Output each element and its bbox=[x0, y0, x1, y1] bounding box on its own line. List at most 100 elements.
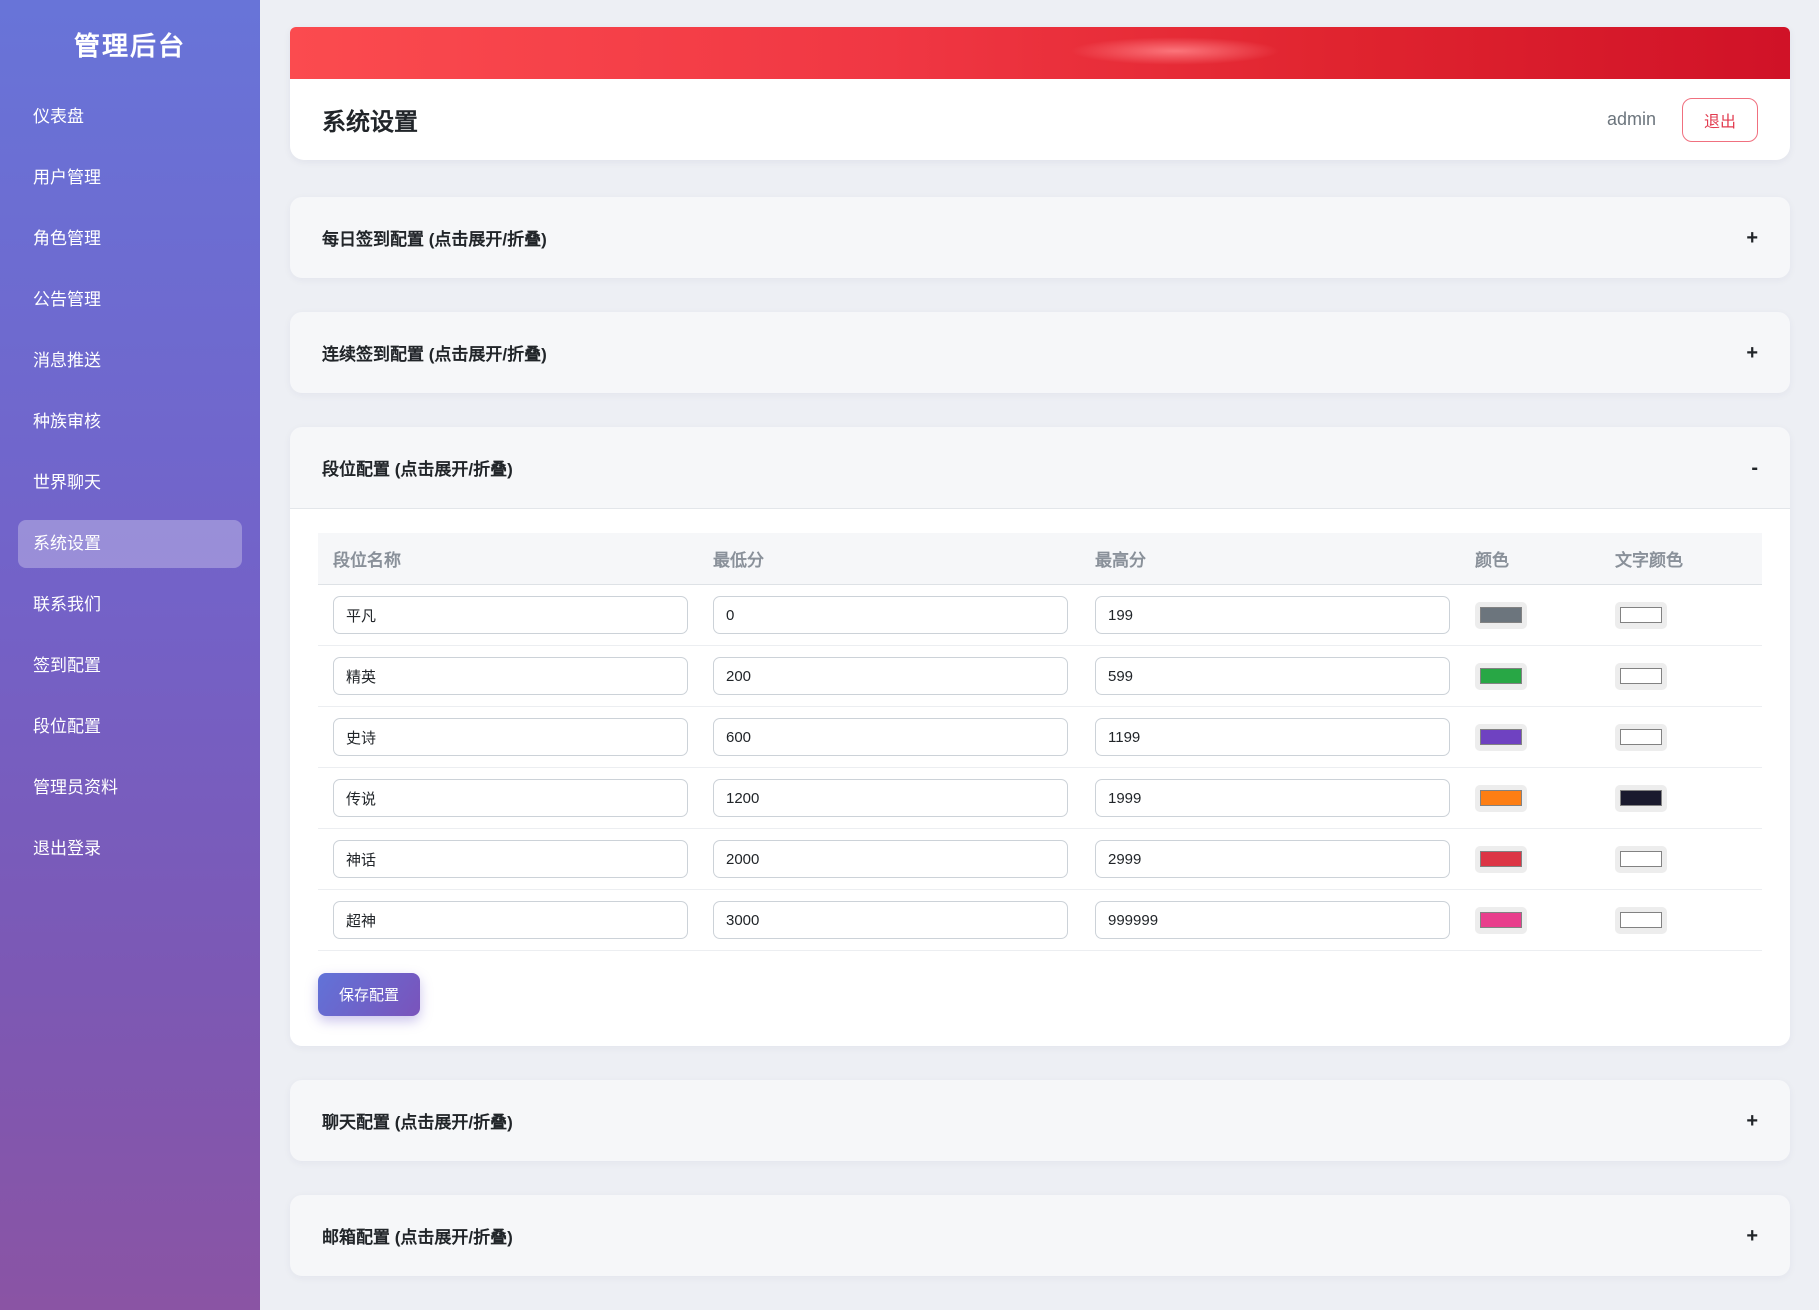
sidebar: 管理后台 仪表盘 用户管理 角色管理 公告管理 消息推送 种族审核 世界聊天 系… bbox=[0, 0, 260, 1310]
rank-config-body: 段位名称 最低分 最高分 颜色 文字颜色 平凡 0 199 精英 200 599… bbox=[290, 508, 1790, 1046]
col-header-rank-name: 段位名称 bbox=[333, 551, 401, 570]
max-score-input[interactable] bbox=[1095, 901, 1450, 939]
rank-name-input[interactable] bbox=[333, 657, 688, 695]
max-score-input[interactable] bbox=[1095, 657, 1450, 695]
plus-icon[interactable]: + bbox=[1746, 1226, 1758, 1246]
color-swatch bbox=[1480, 668, 1522, 684]
page-header: 系统设置 admin 退出 bbox=[290, 79, 1790, 160]
admin-page: 管理后台 仪表盘 用户管理 角色管理 公告管理 消息推送 种族审核 世界聊天 系… bbox=[0, 0, 1819, 1310]
minus-icon[interactable]: - bbox=[1751, 458, 1758, 478]
sidebar-item-roles[interactable]: 角色管理 bbox=[18, 215, 242, 263]
rank-name-input[interactable] bbox=[333, 901, 688, 939]
announcement-banner bbox=[290, 27, 1790, 79]
color-swatch bbox=[1480, 851, 1522, 867]
table-row bbox=[318, 768, 1762, 829]
text-color-swatch bbox=[1620, 912, 1662, 928]
section-streak-signin-header[interactable]: 连续签到配置 (点击展开/折叠) + bbox=[290, 312, 1790, 393]
max-score-input[interactable] bbox=[1095, 779, 1450, 817]
text-color-picker[interactable] bbox=[1615, 601, 1667, 629]
save-config-button[interactable]: 保存配置 bbox=[318, 973, 421, 1016]
rank-name-input[interactable] bbox=[333, 840, 688, 878]
text-color-swatch bbox=[1620, 729, 1662, 745]
header-card: 系统设置 admin 退出 bbox=[290, 27, 1790, 160]
sidebar-item-push-messages[interactable]: 消息推送 bbox=[18, 337, 242, 385]
main-content: 系统设置 admin 退出 每日签到配置 (点击展开/折叠) + 连续签到配置 … bbox=[260, 0, 1819, 1310]
header-user-area: admin 退出 bbox=[1606, 97, 1758, 142]
plus-icon[interactable]: + bbox=[1746, 228, 1758, 248]
section-title: 邮箱配置 (点击展开/折叠) bbox=[322, 1228, 513, 1247]
sidebar-item-world-chat[interactable]: 世界聊天 bbox=[18, 459, 242, 507]
text-color-picker[interactable] bbox=[1615, 784, 1667, 812]
section-chat-config-header[interactable]: 聊天配置 (点击展开/折叠) + bbox=[290, 1080, 1790, 1161]
rank-name-input[interactable] bbox=[333, 596, 688, 634]
sidebar-item-logout[interactable]: 退出登录 bbox=[18, 825, 242, 873]
color-swatch bbox=[1480, 729, 1522, 745]
text-color-picker[interactable] bbox=[1615, 662, 1667, 690]
logout-button[interactable]: 退出 bbox=[1681, 97, 1758, 142]
section-streak-signin: 连续签到配置 (点击展开/折叠) + bbox=[290, 312, 1790, 393]
section-chat-config: 聊天配置 (点击展开/折叠) + bbox=[290, 1080, 1790, 1161]
rank-name-input[interactable] bbox=[333, 718, 688, 756]
plus-icon[interactable]: + bbox=[1746, 343, 1758, 363]
min-score-input[interactable] bbox=[713, 596, 1068, 634]
app-title: 管理后台 bbox=[73, 31, 186, 61]
col-header-min-score: 最低分 bbox=[713, 551, 764, 570]
max-score-input[interactable] bbox=[1095, 718, 1450, 756]
banner-redacted-text bbox=[1070, 37, 1280, 65]
col-header-color: 颜色 bbox=[1475, 551, 1509, 570]
min-score-input[interactable] bbox=[713, 657, 1068, 695]
rank-name-input[interactable] bbox=[333, 779, 688, 817]
sidebar-item-system-settings[interactable]: 系统设置 bbox=[18, 520, 242, 568]
sidebar-item-rank-config[interactable]: 段位配置 bbox=[18, 703, 242, 751]
min-score-input[interactable] bbox=[713, 779, 1068, 817]
color-picker[interactable] bbox=[1475, 601, 1527, 629]
text-color-picker[interactable] bbox=[1615, 906, 1667, 934]
sidebar-item-admin-profile[interactable]: 管理员资料 bbox=[18, 764, 242, 812]
text-color-swatch bbox=[1620, 790, 1662, 806]
username-label: admin bbox=[1606, 109, 1656, 129]
table-row bbox=[318, 829, 1762, 890]
table-row bbox=[318, 707, 1762, 768]
max-score-input[interactable] bbox=[1095, 596, 1450, 634]
plus-icon[interactable]: + bbox=[1746, 1111, 1758, 1131]
section-title: 连续签到配置 (点击展开/折叠) bbox=[322, 345, 547, 364]
sidebar-menu: 仪表盘 用户管理 角色管理 公告管理 消息推送 种族审核 世界聊天 系统设置 联… bbox=[0, 93, 260, 873]
color-swatch bbox=[1480, 790, 1522, 806]
text-color-picker[interactable] bbox=[1615, 723, 1667, 751]
sidebar-item-contact-us[interactable]: 联系我们 bbox=[18, 581, 242, 629]
section-rank-config: 段位配置 (点击展开/折叠) - 段位名称 最低分 最高分 颜色 文字颜色 平凡… bbox=[290, 427, 1790, 1046]
max-score-input[interactable] bbox=[1095, 840, 1450, 878]
section-rank-config-header[interactable]: 段位配置 (点击展开/折叠) - bbox=[290, 427, 1790, 508]
color-picker[interactable] bbox=[1475, 784, 1527, 812]
col-header-max-score: 最高分 bbox=[1095, 551, 1146, 570]
color-picker[interactable] bbox=[1475, 906, 1527, 934]
section-email-config-header[interactable]: 邮箱配置 (点击展开/折叠) + bbox=[290, 1195, 1790, 1276]
min-score-input[interactable] bbox=[713, 840, 1068, 878]
color-swatch bbox=[1480, 912, 1522, 928]
min-score-input[interactable] bbox=[713, 718, 1068, 756]
section-title: 段位配置 (点击展开/折叠) bbox=[322, 460, 513, 479]
text-color-swatch bbox=[1620, 607, 1662, 623]
text-color-swatch bbox=[1620, 851, 1662, 867]
color-swatch bbox=[1480, 607, 1522, 623]
min-score-input[interactable] bbox=[713, 901, 1068, 939]
table-row bbox=[318, 890, 1762, 951]
section-title: 每日签到配置 (点击展开/折叠) bbox=[322, 230, 547, 249]
table-row bbox=[318, 585, 1762, 646]
sidebar-item-signin-config[interactable]: 签到配置 bbox=[18, 642, 242, 690]
color-picker[interactable] bbox=[1475, 723, 1527, 751]
section-daily-signin-header[interactable]: 每日签到配置 (点击展开/折叠) + bbox=[290, 197, 1790, 278]
sidebar-item-announcements[interactable]: 公告管理 bbox=[18, 276, 242, 324]
sidebar-item-dashboard[interactable]: 仪表盘 bbox=[18, 93, 242, 141]
section-title: 聊天配置 (点击展开/折叠) bbox=[322, 1113, 513, 1132]
section-email-config: 邮箱配置 (点击展开/折叠) + bbox=[290, 1195, 1790, 1276]
sidebar-item-users[interactable]: 用户管理 bbox=[18, 154, 242, 202]
col-header-text-color: 文字颜色 bbox=[1615, 551, 1683, 570]
sidebar-item-race-review[interactable]: 种族审核 bbox=[18, 398, 242, 446]
color-picker[interactable] bbox=[1475, 662, 1527, 690]
text-color-picker[interactable] bbox=[1615, 845, 1667, 873]
table-row bbox=[318, 646, 1762, 707]
section-daily-signin: 每日签到配置 (点击展开/折叠) + bbox=[290, 197, 1790, 278]
page-title: 系统设置 bbox=[322, 109, 418, 136]
color-picker[interactable] bbox=[1475, 845, 1527, 873]
